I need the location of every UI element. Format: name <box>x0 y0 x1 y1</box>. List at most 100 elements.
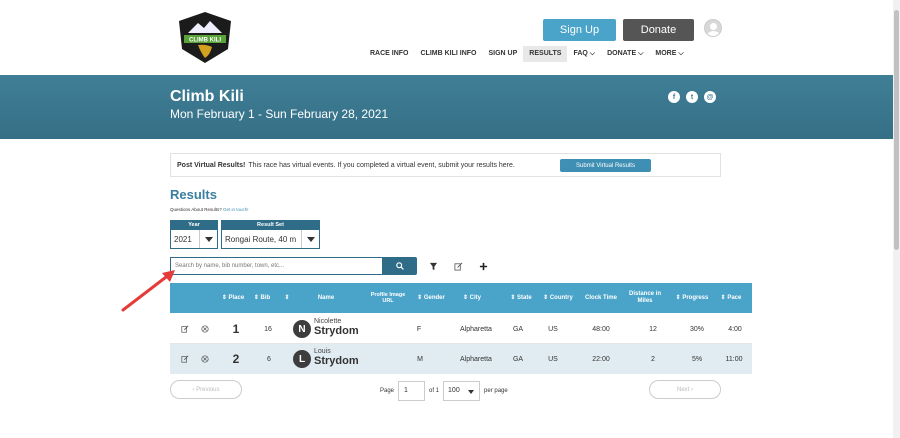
submit-virtual-results-button[interactable]: Submit Virtual Results <box>560 159 651 172</box>
nav-climb-kili-info[interactable]: CLIMB KILI INFO <box>415 46 483 62</box>
cell-country: US <box>548 325 558 333</box>
th-country[interactable]: ⇕ Country <box>538 283 578 313</box>
result-set-label: Result Set <box>221 220 320 230</box>
th-gender[interactable]: ⇕ Gender <box>410 283 452 313</box>
last-name: Strydom <box>314 325 359 337</box>
results-heading: Results <box>170 187 217 202</box>
donate-button[interactable]: Donate <box>623 19 694 41</box>
table-row[interactable]: 1 16 N Nicolette Strydom F Alpharetta GA… <box>170 314 752 344</box>
get-in-touch-link[interactable]: Get in touch! <box>223 207 249 212</box>
avatar-initial: N <box>293 320 311 338</box>
nav-race-info[interactable]: RACE INFO <box>364 46 415 62</box>
first-name: Louis <box>314 348 331 355</box>
th-clock-time[interactable]: Clock Time <box>584 283 618 313</box>
remove-icon[interactable] <box>198 314 212 344</box>
cell-state: GA <box>512 325 524 333</box>
filter-icon[interactable] <box>428 261 438 271</box>
pagination-controls: Page 1 of 1 100 per page <box>380 380 508 401</box>
cell-city: Alpharetta <box>460 325 492 333</box>
cell-pace: 4:00 <box>728 325 742 333</box>
th-progress[interactable]: ⇕ Progress <box>670 283 714 313</box>
edit-icon[interactable] <box>178 344 192 374</box>
main-nav: RACE INFO CLIMB KILI INFO SIGN UP RESULT… <box>364 46 690 62</box>
notice-text: This race has virtual events. If you com… <box>248 161 515 169</box>
edit-icon[interactable] <box>453 261 463 271</box>
page-count: of 1 <box>429 387 440 394</box>
table-row[interactable]: 2 6 L Louis Strydom M Alpharetta GA US 2… <box>170 344 752 374</box>
facebook-icon[interactable]: f <box>668 91 680 103</box>
search-icon <box>396 262 404 270</box>
nav-faq[interactable]: FAQ ⌵ <box>567 46 601 62</box>
year-select-label: Year <box>170 220 218 230</box>
avatar-initial: L <box>293 350 311 368</box>
cell-place: 2 <box>232 352 240 366</box>
year-select-value: 2021 <box>174 234 192 244</box>
cell-country: US <box>548 355 558 363</box>
user-avatar-icon[interactable] <box>704 19 722 37</box>
th-bib[interactable]: ⇕ Bib <box>250 283 274 313</box>
twitter-icon[interactable]: t <box>686 91 698 103</box>
cell-name[interactable]: Louis Strydom <box>314 348 359 367</box>
th-city[interactable]: ⇕ City <box>454 283 490 313</box>
cell-name[interactable]: Nicolette Strydom <box>314 318 359 337</box>
cell-distance: 2 <box>651 355 655 363</box>
notice-heading: Post Virtual Results! <box>177 161 246 169</box>
result-set-select[interactable]: Result Set Rongai Route, 40 m <box>221 220 320 249</box>
email-icon[interactable]: @ <box>704 91 716 103</box>
cell-gender: M <box>417 355 423 363</box>
th-distance[interactable]: Distance in Miles <box>626 283 664 313</box>
cell-clock-time: 48:00 <box>592 325 610 333</box>
next-page-button[interactable]: Next › <box>649 380 721 399</box>
cell-distance: 12 <box>649 325 657 333</box>
results-questions: Questions About Results? Get in touch! <box>170 207 249 212</box>
cell-progress: 30% <box>689 325 704 333</box>
add-icon[interactable] <box>478 261 488 271</box>
cell-gender: F <box>416 325 422 333</box>
race-banner: Climb Kili Mon February 1 - Sun February… <box>0 75 893 139</box>
race-title: Climb Kili <box>170 88 244 105</box>
cell-state: GA <box>512 355 524 363</box>
chevron-down-icon[interactable] <box>199 230 217 248</box>
climb-kili-logo[interactable]: CLIMB KILI <box>176 11 234 64</box>
nav-donate[interactable]: DONATE ⌵ <box>601 46 649 62</box>
sign-up-button[interactable]: Sign Up <box>543 19 616 41</box>
year-select[interactable]: Year 2021 <box>170 220 218 249</box>
results-table-header: ⇕ Place ⇕ Bib ⇕ Name Profile Image URL ⇕… <box>170 283 752 313</box>
cell-pace: 11:00 <box>725 355 743 363</box>
search-input[interactable]: Search by name, bib number, town, etc... <box>170 257 383 275</box>
nav-sign-up[interactable]: SIGN UP <box>483 46 524 62</box>
nav-results[interactable]: RESULTS <box>523 46 568 62</box>
site-header: CLIMB KILI Sign Up Donate RACE INFO CLIM… <box>0 0 893 75</box>
page-scrollbar-thumb[interactable] <box>894 10 899 250</box>
result-set-value: Rongai Route, 40 m <box>225 234 297 244</box>
avatar[interactable]: N <box>292 314 312 344</box>
cell-clock-time: 22:00 <box>592 355 610 363</box>
per-page-label: per page <box>484 387 508 394</box>
nav-more[interactable]: MORE ⌵ <box>649 46 689 62</box>
th-name[interactable]: Name <box>308 283 344 313</box>
avatar[interactable]: L <box>292 344 312 374</box>
chevron-down-icon[interactable] <box>301 230 319 248</box>
race-dates: Mon February 1 - Sun February 28, 2021 <box>170 107 389 121</box>
th-sort[interactable]: ⇕ <box>280 283 294 313</box>
cell-bib: 16 <box>264 325 272 333</box>
page-label: Page <box>380 387 395 394</box>
cell-city: Alpharetta <box>460 355 492 363</box>
edit-icon[interactable] <box>178 314 192 344</box>
cell-place: 1 <box>232 322 240 336</box>
th-pace[interactable]: ⇕ Pace <box>718 283 744 313</box>
search-button[interactable] <box>383 257 417 275</box>
result-set-value-box[interactable]: Rongai Route, 40 m <box>221 230 320 249</box>
last-name: Strydom <box>314 355 359 367</box>
remove-icon[interactable] <box>198 344 212 374</box>
per-page-select[interactable]: 100 <box>443 380 481 401</box>
previous-page-button[interactable]: ‹ Previous <box>170 380 242 399</box>
page-number-input[interactable]: 1 <box>398 380 426 401</box>
th-state[interactable]: ⇕ State <box>506 283 536 313</box>
cell-bib: 6 <box>267 355 271 363</box>
svg-text:CLIMB KILI: CLIMB KILI <box>189 38 221 44</box>
year-select-value-box[interactable]: 2021 <box>170 230 218 249</box>
questions-text: Questions About Results? <box>170 207 222 212</box>
th-place[interactable]: ⇕ Place <box>218 283 248 313</box>
th-profile-image[interactable]: Profile Image URL <box>366 283 410 313</box>
